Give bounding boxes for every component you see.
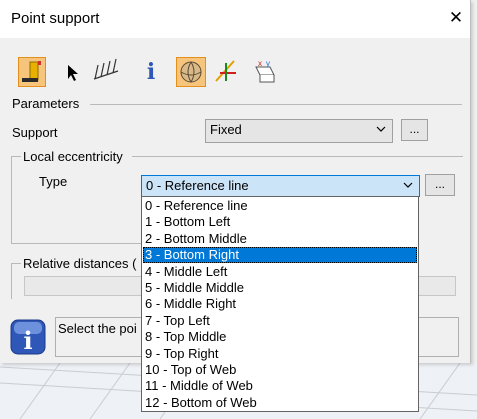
info-button[interactable]: i bbox=[137, 57, 165, 87]
coordinate-system-icon: x y bbox=[255, 59, 275, 83]
sphere-icon bbox=[180, 61, 202, 83]
type-combo[interactable]: 0 - Reference line bbox=[141, 175, 420, 197]
parameters-divider bbox=[90, 104, 462, 105]
dropdown-option[interactable]: 12 - Bottom of Web bbox=[143, 395, 417, 411]
support-combo[interactable]: Fixed bbox=[205, 119, 393, 143]
type-browse-button[interactable]: ... bbox=[425, 174, 455, 196]
dropdown-option[interactable]: 1 - Bottom Left bbox=[143, 214, 417, 230]
relative-distances-field-end[interactable] bbox=[418, 276, 456, 296]
local-eccentricity-heading: Local eccentricity bbox=[23, 149, 123, 164]
dropdown-option[interactable]: 6 - Middle Right bbox=[143, 296, 417, 312]
relative-group-left bbox=[11, 263, 12, 299]
eccentricity-group-top-left bbox=[11, 156, 21, 157]
support-value: Fixed bbox=[210, 122, 242, 137]
eccentricity-group-top bbox=[132, 156, 463, 157]
dropdown-option[interactable]: 10 - Top of Web bbox=[143, 362, 417, 378]
dropdown-option[interactable]: 5 - Middle Middle bbox=[143, 280, 417, 296]
support-label: Support bbox=[12, 125, 58, 140]
close-button[interactable]: ✕ bbox=[446, 8, 466, 28]
status-info-icon: i bbox=[9, 318, 51, 358]
info-icon: i bbox=[10, 319, 46, 355]
relative-distances-heading: Relative distances ( bbox=[23, 256, 137, 271]
eccentricity-group-left bbox=[11, 156, 12, 244]
relative-distances-field[interactable] bbox=[24, 276, 142, 296]
dropdown-option[interactable]: 4 - Middle Left bbox=[143, 264, 417, 280]
type-value: 0 - Reference line bbox=[146, 178, 249, 193]
multi-select-button[interactable] bbox=[92, 57, 120, 87]
new-support-button[interactable] bbox=[18, 57, 46, 87]
dialog-title: Point support bbox=[11, 10, 100, 27]
title-bar: Point support ✕ bbox=[0, 0, 470, 38]
type-dropdown-list[interactable]: 0 - Reference line 1 - Bottom Left 2 - Bot… bbox=[141, 196, 419, 412]
relative-group-top-left bbox=[11, 263, 21, 264]
axis-icon bbox=[215, 60, 236, 82]
status-message: Select the poi bbox=[58, 321, 137, 336]
chevron-down-icon bbox=[403, 182, 413, 188]
coordinate-system-button[interactable]: x y bbox=[250, 57, 278, 87]
parameters-heading: Parameters bbox=[12, 96, 80, 111]
dropdown-option[interactable]: 8 - Top Middle bbox=[143, 329, 417, 345]
dropdown-option[interactable]: 7 - Top Left bbox=[143, 313, 417, 329]
dropdown-option[interactable]: 3 - Bottom Right bbox=[143, 247, 417, 264]
svg-text:x: x bbox=[258, 59, 262, 68]
dropdown-option[interactable]: 2 - Bottom Middle bbox=[143, 231, 417, 247]
axis-button[interactable] bbox=[212, 57, 240, 87]
eccentricity-group-bottom bbox=[11, 243, 141, 244]
support-browse-button[interactable]: ... bbox=[401, 119, 428, 141]
dropdown-option[interactable]: 11 - Middle of Web bbox=[143, 378, 417, 394]
sphere-button[interactable] bbox=[176, 57, 206, 87]
multi-select-icon bbox=[93, 58, 119, 80]
select-button[interactable] bbox=[60, 57, 88, 87]
svg-text:i: i bbox=[23, 326, 32, 355]
info-icon: i bbox=[146, 59, 156, 85]
select-arrow-icon bbox=[68, 65, 78, 81]
dropdown-option[interactable]: 9 - Top Right bbox=[143, 346, 417, 362]
type-label: Type bbox=[39, 174, 68, 189]
svg-text:y: y bbox=[266, 59, 270, 68]
dropdown-option[interactable]: 0 - Reference line bbox=[143, 198, 417, 214]
new-support-icon bbox=[22, 61, 41, 82]
chevron-down-icon bbox=[376, 126, 386, 132]
